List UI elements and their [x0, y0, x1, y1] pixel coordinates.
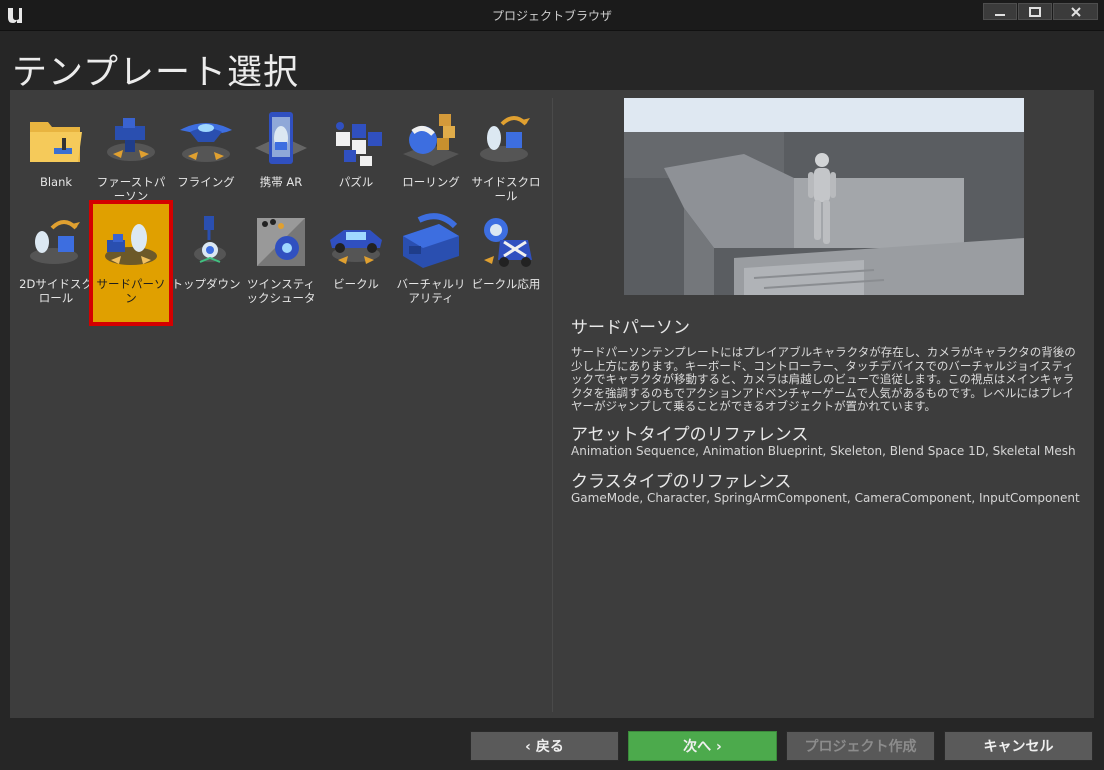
- template-label: 携帯 AR: [259, 175, 303, 189]
- template-label: 2Dサイドスクロール: [19, 277, 93, 305]
- minimize-icon: [995, 13, 1005, 16]
- template-tile-first-person[interactable]: ファーストパーソン: [93, 102, 169, 220]
- window-controls: [983, 3, 1098, 20]
- asset-reference-heading: アセットタイプのリファレンス: [571, 425, 809, 445]
- maximize-button[interactable]: [1018, 3, 1052, 20]
- panel-divider: [552, 98, 553, 712]
- vr-headset-icon: [403, 213, 459, 268]
- asset-reference-list: Animation Sequence, Animation Blueprint,…: [571, 444, 1076, 458]
- side-scroller-icon: [480, 116, 530, 162]
- template-label: ツインスティックシュータ: [246, 277, 316, 305]
- template-tile-2d-side-scroller[interactable]: 2Dサイドスクロール: [18, 204, 94, 322]
- template-label: ビークル: [333, 277, 379, 291]
- template-detail-title: サードパーソン: [571, 318, 690, 338]
- template-tile-top-down[interactable]: トップダウン: [168, 204, 244, 322]
- create-project-button[interactable]: プロジェクト作成: [786, 731, 935, 761]
- top-down-icon: [194, 216, 226, 263]
- template-label: フライング: [177, 175, 235, 189]
- page-title: テンプレート選択: [12, 53, 299, 93]
- template-label: ローリング: [402, 175, 460, 189]
- flying-ship-icon: [180, 123, 232, 162]
- template-detail-description: サードパーソンテンプレートにはプレイアブルキャラクタが存在し、カメラがキャラクタ…: [571, 345, 1076, 413]
- puzzle-blocks-icon: [336, 122, 382, 166]
- title-bar: プロジェクトブラウザ: [0, 0, 1104, 31]
- minimize-button[interactable]: [983, 3, 1017, 20]
- rolling-ball-icon: [403, 114, 459, 166]
- maximize-icon: [1029, 6, 1041, 17]
- window-title: プロジェクトブラウザ: [491, 9, 612, 23]
- template-tile-blank[interactable]: Blank: [18, 102, 94, 220]
- close-button[interactable]: [1053, 3, 1098, 20]
- template-tile-handheld-ar[interactable]: 携帯 AR: [243, 102, 319, 220]
- template-tile-third-person[interactable]: サードパーソン: [89, 200, 173, 326]
- template-tile-rolling[interactable]: ローリング: [393, 102, 469, 220]
- template-label: ビークル応用: [471, 277, 541, 291]
- third-person-icon: [105, 224, 157, 265]
- template-label: サードパーソン: [96, 277, 166, 305]
- back-button[interactable]: ‹ 戻る: [470, 731, 619, 761]
- template-tile-virtual-reality[interactable]: バーチャルリアリティ: [393, 204, 469, 322]
- template-label: サイドスクロール: [471, 175, 541, 203]
- template-preview-image: [624, 98, 1024, 295]
- template-tile-flying[interactable]: フライング: [168, 102, 244, 220]
- template-label: パズル: [338, 175, 374, 189]
- twin-stick-shooter-icon: [257, 218, 305, 266]
- template-tile-vehicle-advanced[interactable]: ビークル応用: [468, 204, 544, 322]
- template-tile-puzzle[interactable]: パズル: [318, 102, 394, 220]
- template-tile-twin-stick-shooter[interactable]: ツインスティックシュータ: [243, 204, 319, 322]
- template-label: ファーストパーソン: [96, 175, 166, 203]
- class-reference-list: GameMode, Character, SpringArmComponent,…: [571, 491, 1080, 505]
- template-label: Blank: [39, 175, 73, 189]
- handheld-ar-phone-icon: [255, 112, 307, 164]
- vehicle-car-icon: [330, 230, 382, 264]
- template-label: バーチャルリアリティ: [396, 277, 466, 305]
- cancel-button[interactable]: キャンセル: [944, 731, 1093, 761]
- next-button[interactable]: 次へ ›: [628, 731, 777, 761]
- template-label: トップダウン: [171, 277, 241, 291]
- template-tile-side-scroller[interactable]: サイドスクロール: [468, 102, 544, 220]
- 2d-side-scroller-icon: [30, 220, 80, 264]
- vehicle-advanced-icon: [484, 218, 532, 267]
- close-icon: [1070, 6, 1081, 17]
- class-reference-heading: クラスタイプのリファレンス: [571, 472, 792, 492]
- first-person-gun-icon: [107, 118, 155, 161]
- template-tile-vehicle[interactable]: ビークル: [318, 204, 394, 322]
- folder-icon: [30, 122, 82, 162]
